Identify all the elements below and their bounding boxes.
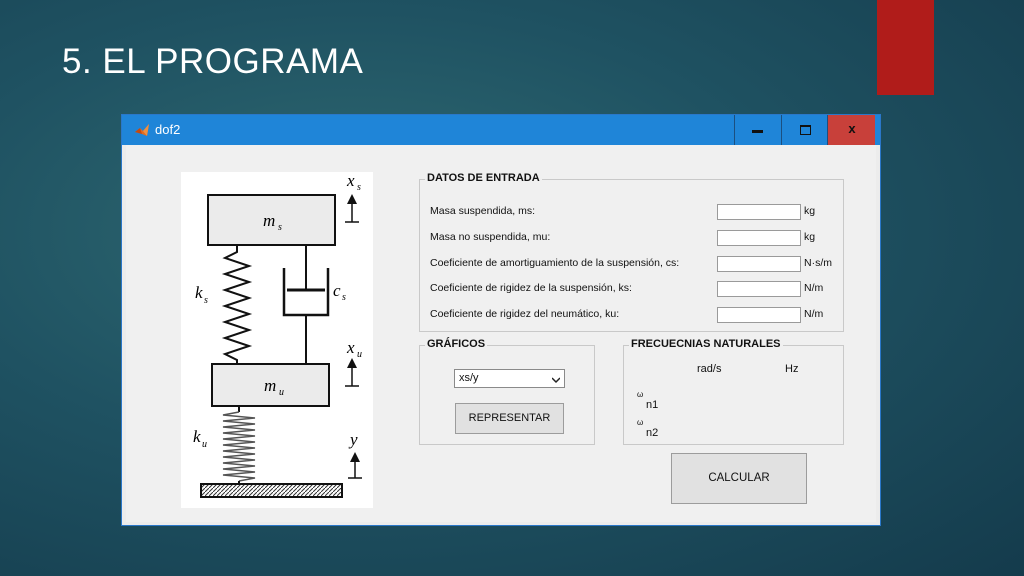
ku-subscript: u: [202, 439, 207, 450]
representar-button[interactable]: REPRESENTAR: [455, 403, 564, 434]
xu-label: x: [346, 338, 355, 357]
cs-label: c: [333, 281, 341, 300]
ks-label: k: [195, 283, 203, 302]
y-label: y: [348, 430, 358, 449]
mu-subscript: u: [279, 387, 284, 398]
window-title: dof2: [155, 122, 181, 137]
cs-field-label: Coeficiente de amortiguamiento de la sus…: [430, 257, 680, 269]
mu-field-label: Masa no suspendida, mu:: [430, 231, 551, 243]
window-client-area: m s x s k s c s m u x u k u y DATOS DE E…: [126, 145, 876, 522]
suspension-spring: [221, 245, 253, 364]
graficos-legend: GRÁFICOS: [425, 338, 488, 350]
calcular-button[interactable]: CALCULAR: [671, 453, 807, 504]
rad-s-header: rad/s: [697, 363, 722, 375]
app-window: dof2 x m s x s k s c s m u x u k u y DAT…: [121, 114, 881, 526]
chevron-down-icon: [552, 377, 560, 384]
ks-unit: N/m: [804, 282, 824, 294]
window-titlebar[interactable]: dof2 x: [122, 115, 880, 145]
xs-subscript: s: [357, 182, 361, 193]
ku-unit: N/m: [804, 308, 824, 320]
omega-n2-subscript: n2: [646, 427, 659, 439]
ku-input[interactable]: [717, 307, 801, 323]
cs-unit: N·s/m: [804, 257, 832, 269]
ks-field-label: Coeficiente de rigidez de la suspensión,…: [430, 282, 632, 294]
omega-n2-symbol: ω: [637, 418, 644, 427]
tire-spring: [222, 406, 256, 484]
datos-entrada-legend: DATOS DE ENTRADA: [425, 172, 542, 184]
mu-unit: kg: [804, 231, 816, 243]
ms-subscript: s: [278, 222, 282, 233]
accent-bar: [877, 0, 934, 95]
mu-label: m: [264, 376, 276, 395]
ks-input[interactable]: [717, 281, 801, 297]
plot-type-value: xs/y: [459, 372, 479, 384]
ku-label: k: [193, 427, 201, 446]
two-dof-suspension-diagram: m s x s k s c s m u x u k u y: [181, 172, 373, 508]
xu-subscript: u: [357, 349, 362, 360]
ku-field-label: Coeficiente de rigidez del neumático, ku…: [430, 308, 620, 320]
close-icon: x: [848, 121, 856, 136]
omega-n1-subscript: n1: [646, 399, 659, 411]
frecuencias-legend: FRECUECNIAS NATURALES: [629, 338, 783, 350]
frecuencias-group: FRECUECNIAS NATURALES rad/s Hz ω n1 ω n2: [623, 338, 844, 445]
mu-input[interactable]: [717, 230, 801, 246]
slide-title: 5. EL PROGRAMA: [62, 42, 364, 81]
maximize-button[interactable]: [781, 115, 827, 145]
cs-input[interactable]: [717, 256, 801, 272]
ms-field-label: Masa suspendida, ms:: [430, 205, 536, 217]
ms-label: m: [263, 211, 275, 230]
minimize-button[interactable]: [734, 115, 781, 145]
ks-subscript: s: [204, 295, 208, 306]
datos-entrada-group: DATOS DE ENTRADA Masa suspendida, ms: kg…: [419, 172, 844, 332]
matlab-logo-icon: [135, 124, 149, 136]
close-button[interactable]: x: [827, 115, 875, 145]
graficos-group: GRÁFICOS xs/y REPRESENTAR: [419, 338, 595, 445]
cs-subscript: s: [342, 292, 346, 303]
ms-unit: kg: [804, 205, 816, 217]
omega-n1-symbol: ω: [637, 390, 644, 399]
hz-header: Hz: [785, 363, 799, 375]
suspension-damper: [282, 245, 330, 364]
plot-type-select[interactable]: xs/y: [454, 369, 565, 388]
ms-input[interactable]: [717, 204, 801, 220]
ground-plate: [200, 483, 343, 498]
xs-label: x: [346, 172, 355, 190]
